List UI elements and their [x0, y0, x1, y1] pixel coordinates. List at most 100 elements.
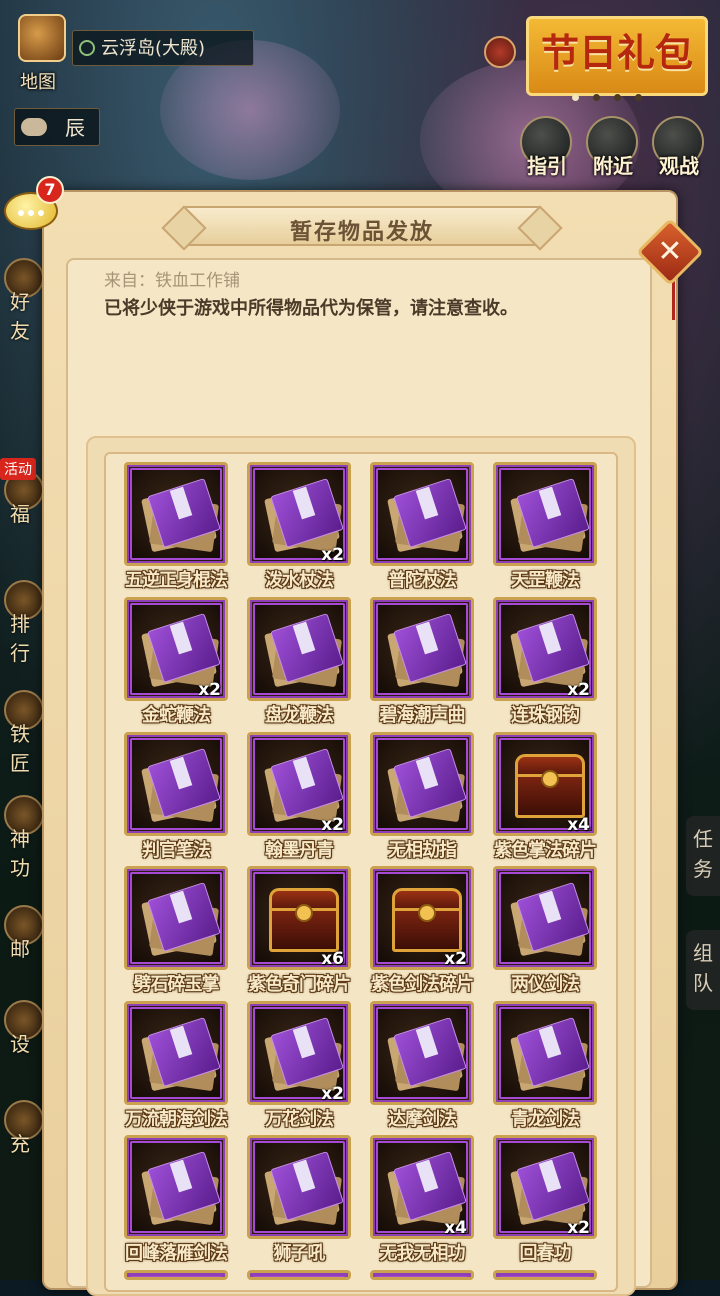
item-slot[interactable] [124, 1270, 228, 1280]
chat-button[interactable]: 7 [4, 176, 64, 232]
spectate-button[interactable]: 观战 [648, 116, 710, 178]
item-quantity: x2 [198, 680, 221, 700]
item-name: 回峰落雁剑法 [125, 1243, 228, 1264]
martial-button[interactable]: 神功 [0, 795, 44, 880]
item-quantity: x2 [321, 545, 344, 565]
item-slot[interactable] [493, 462, 597, 566]
item-quantity: x2 [321, 1084, 344, 1104]
page-dot [614, 94, 621, 101]
blacksmith-button[interactable]: 铁匠 [0, 690, 44, 775]
item-slot[interactable] [370, 1001, 474, 1105]
item-name: 无相劫指 [388, 840, 457, 861]
map-button[interactable]: 地图 [8, 10, 72, 93]
dialog-title: 暂存物品发放 [289, 220, 434, 245]
festival-gift-banner[interactable]: 节日礼包 [526, 16, 708, 96]
collapse-arrow-icon[interactable] [484, 36, 516, 68]
item-slot[interactable] [370, 462, 474, 566]
recharge-button[interactable]: 充 [0, 1100, 44, 1162]
item-quantity: x2 [567, 680, 590, 700]
item-quantity: x2 [321, 815, 344, 835]
item-slot[interactable]: x4 [493, 732, 597, 836]
item-slot[interactable] [370, 732, 474, 836]
page-dot [593, 94, 600, 101]
spectate-label: 观战 [659, 154, 699, 178]
banner-page-dots [572, 86, 662, 101]
item-name: 青龙剑法 [511, 1109, 580, 1130]
item-slot[interactable] [124, 866, 228, 970]
item-name: 紫色掌法碎片 [494, 840, 597, 861]
item-name: 判官笔法 [142, 840, 211, 861]
message-text: 已将少侠于游戏中所得物品代为保管，请注意查收。 [104, 298, 518, 319]
item-name: 连珠钢钩 [511, 705, 580, 726]
item-name: 达摩剑法 [388, 1109, 457, 1130]
item-slot[interactable]: x2 [247, 1001, 351, 1105]
item-name: 万流朝海剑法 [125, 1109, 228, 1130]
item-slot[interactable]: x2 [247, 462, 351, 566]
item-name: 普陀杖法 [388, 570, 457, 591]
guide-label: 指引 [527, 154, 567, 178]
nearby-button[interactable]: 附近 [582, 116, 644, 178]
item-slot[interactable] [247, 597, 351, 701]
item-quantity: x4 [444, 1218, 467, 1238]
item-slot[interactable] [370, 597, 474, 701]
nearby-label: 附近 [593, 154, 633, 178]
item-name: 金蛇鞭法 [142, 705, 211, 726]
close-icon[interactable]: ✕ [646, 228, 694, 276]
item-slot[interactable] [493, 1001, 597, 1105]
mail-button[interactable]: 邮 [0, 905, 44, 967]
item-name: 狮子吼 [273, 1243, 326, 1264]
item-quantity: x4 [567, 815, 590, 835]
item-quantity: x2 [567, 1218, 590, 1238]
item-name: 回春功 [519, 1243, 572, 1264]
team-tab[interactable]: 组队 [686, 930, 720, 1010]
item-name: 劈石碎玉掌 [133, 974, 220, 995]
item-slot[interactable]: x4 [370, 1135, 474, 1239]
time-indicator: 辰 [14, 108, 100, 146]
item-slot[interactable] [124, 1135, 228, 1239]
map-icon [18, 14, 66, 62]
item-slot[interactable] [124, 732, 228, 836]
item-name: 盘龙鞭法 [265, 705, 334, 726]
location-name: 云浮岛(大殿) [101, 38, 206, 59]
item-slot[interactable] [370, 1270, 474, 1280]
location-bar[interactable]: 云浮岛(大殿) [72, 30, 254, 66]
item-slot[interactable]: x2 [370, 866, 474, 970]
item-slot[interactable] [247, 1270, 351, 1280]
page-dot [572, 94, 579, 101]
item-slot[interactable] [493, 1270, 597, 1280]
activity-tag: 活动 [0, 458, 36, 480]
friends-button[interactable]: 好友 [0, 258, 44, 343]
chat-unread-badge: 7 [36, 176, 64, 204]
item-name: 紫色奇门碎片 [248, 974, 351, 995]
gift-banner-label: 节日礼包 [540, 30, 693, 75]
item-slot[interactable]: x2 [247, 732, 351, 836]
settings-button[interactable]: 设 [0, 1000, 44, 1062]
sender-line: 来自：铁血工作铺 [104, 271, 240, 291]
item-slot[interactable]: x6 [247, 866, 351, 970]
item-quantity: x2 [444, 949, 467, 969]
map-label: 地图 [20, 72, 56, 93]
item-slot[interactable] [124, 462, 228, 566]
dialog-title-plate: 暂存物品发放 [184, 206, 540, 246]
quest-tab[interactable]: 任务 [686, 816, 720, 896]
item-name: 万花剑法 [265, 1109, 334, 1130]
ranking-button[interactable]: 排行 [0, 580, 44, 665]
item-quantity: x6 [321, 949, 344, 969]
item-slot[interactable]: x2 [493, 597, 597, 701]
item-slot[interactable] [124, 1001, 228, 1105]
page-dot [635, 94, 642, 101]
item-name: 翰墨丹青 [265, 840, 334, 861]
item-name: 无我无相功 [379, 1243, 466, 1264]
item-slot[interactable]: x2 [493, 1135, 597, 1239]
item-slot[interactable] [247, 1135, 351, 1239]
item-name: 五逆正身棍法 [125, 570, 228, 591]
item-name: 碧海潮声曲 [379, 705, 466, 726]
time-label: 辰 [65, 116, 85, 140]
item-name: 天罡鞭法 [511, 570, 580, 591]
item-name: 两仪剑法 [511, 974, 580, 995]
cloud-icon [21, 118, 47, 136]
item-slot[interactable] [493, 866, 597, 970]
guide-button[interactable]: 指引 [516, 116, 578, 178]
item-name: 紫色剑法碎片 [371, 974, 474, 995]
item-slot[interactable]: x2 [124, 597, 228, 701]
